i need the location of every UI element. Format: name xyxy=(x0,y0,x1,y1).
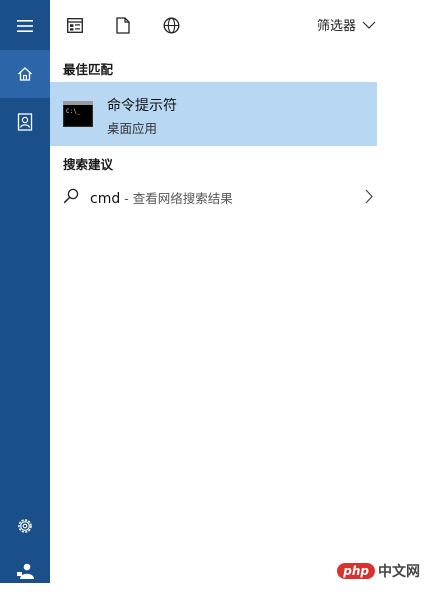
settings-icon xyxy=(18,519,32,533)
documents-filter-button[interactable] xyxy=(112,14,134,36)
app-type: 桌面应用 xyxy=(107,121,158,136)
suggestion-action: 查看网络搜索结果 xyxy=(132,191,233,206)
user-icon xyxy=(17,563,34,579)
contact-button[interactable] xyxy=(0,98,50,146)
menu-button[interactable] xyxy=(0,2,50,50)
suggestion-query: cmd xyxy=(90,191,121,207)
watermark-site: 中文网 xyxy=(378,564,420,580)
home-icon xyxy=(18,67,32,81)
start-sidebar xyxy=(0,0,50,583)
documents-icon xyxy=(116,16,130,34)
chevron-right-icon xyxy=(365,189,373,204)
settings-button[interactable] xyxy=(0,502,50,550)
apps-icon xyxy=(67,17,83,33)
chevron-down-icon xyxy=(362,21,376,29)
search-panel: 筛选器 最佳匹配 C:\_ 命令提示符 桌面应用 搜索建议 cmd - 查看网络… xyxy=(50,0,424,583)
web-filter-button[interactable] xyxy=(160,14,182,36)
search-topbar: 筛选器 xyxy=(50,0,424,50)
site-watermark: php 中文网 xyxy=(337,561,420,581)
suggestion-separator: - xyxy=(120,191,133,206)
user-button[interactable] xyxy=(0,546,50,594)
contact-icon xyxy=(17,113,33,131)
best-match-heading: 最佳匹配 xyxy=(63,62,114,77)
web-search-suggestion[interactable]: cmd - 查看网络搜索结果 xyxy=(50,182,377,212)
suggestions-heading: 搜索建议 xyxy=(63,157,114,172)
filter-dropdown[interactable]: 筛选器 xyxy=(317,15,376,34)
svg-text:C:\_: C:\_ xyxy=(66,108,81,115)
apps-filter-button[interactable] xyxy=(64,14,86,36)
search-icon xyxy=(63,188,79,204)
app-name: 命令提示符 xyxy=(107,98,177,114)
watermark-brand: php xyxy=(337,563,375,579)
hamburger-icon xyxy=(17,20,33,32)
home-button[interactable] xyxy=(0,50,50,98)
filter-label: 筛选器 xyxy=(316,19,356,34)
command-prompt-icon: C:\_ xyxy=(63,101,93,127)
best-match-result[interactable]: C:\_ 命令提示符 桌面应用 xyxy=(50,82,377,146)
suggestion-text: cmd - 查看网络搜索结果 xyxy=(90,188,233,207)
web-icon xyxy=(163,17,179,33)
